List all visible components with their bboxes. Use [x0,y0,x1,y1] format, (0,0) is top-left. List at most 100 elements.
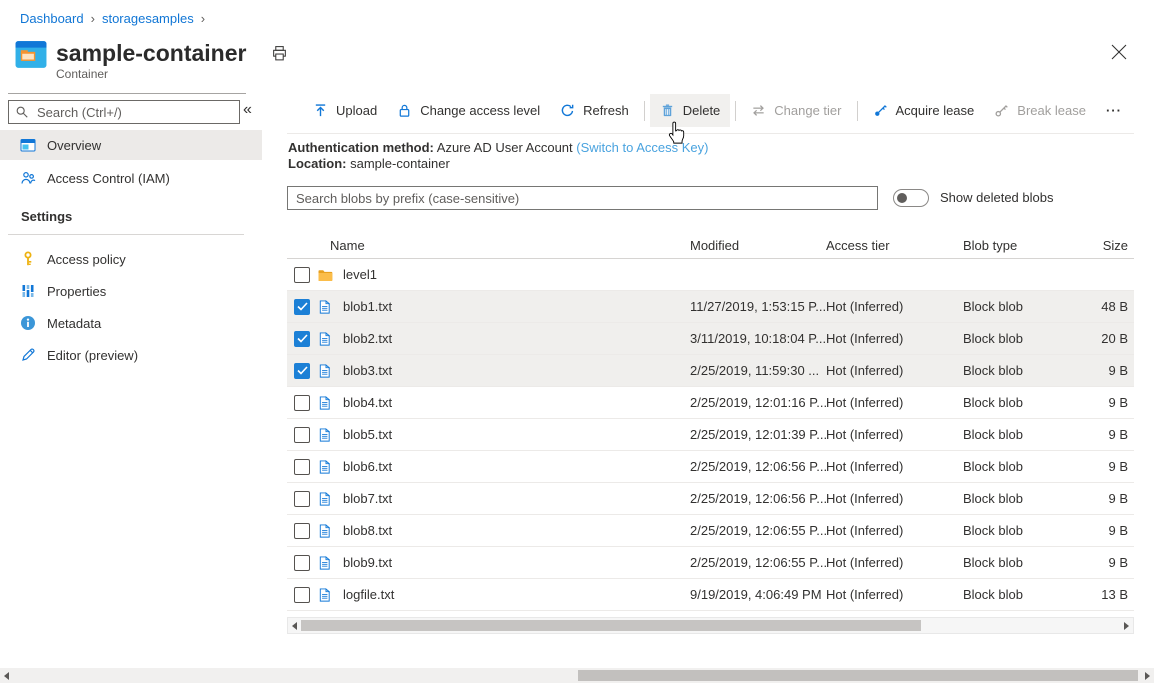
upload-button[interactable]: Upload [303,94,387,127]
column-header-name[interactable]: Name [287,238,690,253]
break-lease-button[interactable]: Break lease [984,94,1096,127]
blob-name[interactable]: blob7.txt [343,491,690,506]
change-tier-button[interactable]: Change tier [741,94,851,127]
file-icon [317,555,332,571]
blob-name[interactable]: logfile.txt [343,587,690,602]
table-row[interactable]: blob3.txt 2/25/2019, 11:59:30 ... Hot (I… [287,355,1134,387]
search-icon [15,105,29,119]
sidebar-item-properties[interactable]: Properties [0,276,262,306]
table-row[interactable]: blob7.txt 2/25/2019, 12:06:56 P... Hot (… [287,483,1134,515]
blob-type: Block blob [963,299,1100,314]
sidebar-item-editor[interactable]: Editor (preview) [0,340,262,370]
refresh-label: Refresh [583,103,629,118]
sidebar-search[interactable] [8,100,240,124]
row-checkbox[interactable] [294,299,310,315]
scroll-right-icon[interactable] [1145,672,1150,680]
table-row[interactable]: blob6.txt 2/25/2019, 12:06:56 P... Hot (… [287,451,1134,483]
show-deleted-blobs-toggle[interactable] [893,189,929,207]
auth-method-label: Authentication method: [288,140,434,155]
row-checkbox[interactable] [294,523,310,539]
blob-access-tier: Hot (Inferred) [826,555,963,570]
blob-name[interactable]: blob4.txt [343,395,690,410]
sidebar-item-label: Access Control (IAM) [47,171,170,186]
sidebar-item-access-control[interactable]: Access Control (IAM) [0,163,262,193]
switch-access-key-link[interactable]: (Switch to Access Key) [576,140,708,155]
row-checkbox[interactable] [294,331,310,347]
print-icon[interactable] [271,45,288,62]
sidebar-item-metadata[interactable]: Metadata [0,308,262,338]
acquire-lease-button[interactable]: Acquire lease [863,94,985,127]
sidebar-item-overview[interactable]: Overview [0,130,262,160]
column-header-modified[interactable]: Modified [690,238,826,253]
blob-prefix-search-input[interactable] [287,186,878,210]
sidebar-search-input[interactable] [35,104,233,121]
table-row[interactable]: blob8.txt 2/25/2019, 12:06:55 P... Hot (… [287,515,1134,547]
table-row[interactable]: logfile.txt 9/19/2019, 4:06:49 PM Hot (I… [287,579,1134,611]
row-checkbox[interactable] [294,363,310,379]
table-row[interactable]: blob9.txt 2/25/2019, 12:06:55 P... Hot (… [287,547,1134,579]
row-checkbox[interactable] [294,587,310,603]
table-row[interactable]: blob2.txt 3/11/2019, 10:18:04 P... Hot (… [287,323,1134,355]
table-row[interactable]: level1 [287,259,1134,291]
blob-modified: 2/25/2019, 12:01:16 P... [690,395,826,410]
table-header: Name Modified Access tier Blob type Size [287,232,1134,259]
table-horizontal-scrollbar[interactable] [287,617,1134,634]
blob-name[interactable]: blob5.txt [343,427,690,442]
close-icon[interactable] [1109,42,1129,62]
scroll-left-icon[interactable] [4,672,9,680]
delete-button[interactable]: Delete [650,94,731,127]
blob-type: Block blob [963,491,1100,506]
acquire-lease-label: Acquire lease [896,103,975,118]
blob-size: 20 B [1100,331,1134,346]
filter-row: Show deleted blobs [287,186,1134,214]
more-commands-icon[interactable]: ··· [1096,103,1132,118]
refresh-button[interactable]: Refresh [550,94,639,127]
row-checkbox[interactable] [294,427,310,443]
scroll-left-icon[interactable] [292,622,297,630]
sidebar-item-label: Metadata [47,316,101,331]
column-header-blob-type[interactable]: Blob type [963,238,1100,253]
row-checkbox[interactable] [294,395,310,411]
blob-name[interactable]: blob2.txt [343,331,690,346]
blob-access-tier: Hot (Inferred) [826,331,963,346]
blob-name[interactable]: blob3.txt [343,363,690,378]
row-checkbox-cell [287,459,317,475]
toolbar: Upload Change access level Refresh [287,94,1132,127]
blob-name[interactable]: blob9.txt [343,555,690,570]
row-checkbox-cell [287,491,317,507]
sidebar-item-access-policy[interactable]: Access policy [0,244,262,274]
toolbar-divider [287,133,1134,134]
location-label: Location: [288,156,347,171]
row-checkbox-cell [287,395,317,411]
blob-size: 9 B [1100,427,1134,442]
column-header-access-tier[interactable]: Access tier [826,238,963,253]
collapse-sidebar-icon[interactable]: « [243,101,252,119]
blob-type: Block blob [963,555,1100,570]
column-header-size[interactable]: Size [1100,238,1134,253]
table-row[interactable]: blob1.txt 11/27/2019, 1:53:15 P... Hot (… [287,291,1134,323]
table-scrollbar-thumb[interactable] [301,620,921,631]
blob-name[interactable]: level1 [343,267,690,282]
blob-name[interactable]: blob8.txt [343,523,690,538]
table-row[interactable]: blob4.txt 2/25/2019, 12:01:16 P... Hot (… [287,387,1134,419]
blob-modified: 2/25/2019, 12:01:39 P... [690,427,826,442]
file-icon [317,459,332,475]
breadcrumb-link-storagesamples[interactable]: storagesamples [102,11,194,26]
row-checkbox[interactable] [294,491,310,507]
breadcrumb-link-dashboard[interactable]: Dashboard [20,11,84,26]
page-scrollbar-thumb[interactable] [578,670,1138,681]
table-row[interactable]: blob5.txt 2/25/2019, 12:01:39 P... Hot (… [287,419,1134,451]
breadcrumb: Dashboard › storagesamples › [20,11,205,26]
scroll-right-icon[interactable] [1124,622,1129,630]
blob-size: 9 B [1100,395,1134,410]
row-checkbox[interactable] [294,267,310,283]
row-icon-cell [317,587,343,603]
change-access-level-button[interactable]: Change access level [387,94,550,127]
blob-name[interactable]: blob6.txt [343,459,690,474]
blob-name[interactable]: blob1.txt [343,299,690,314]
row-checkbox[interactable] [294,459,310,475]
row-checkbox[interactable] [294,555,310,571]
check-icon [297,366,308,375]
file-icon [317,523,332,539]
page-horizontal-scrollbar[interactable] [0,668,1154,683]
